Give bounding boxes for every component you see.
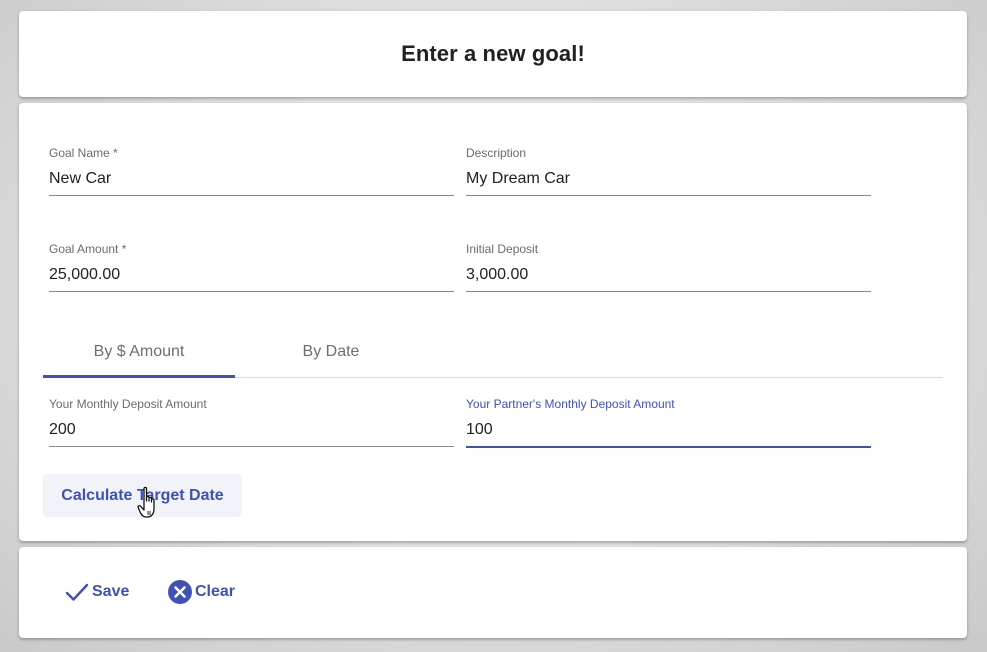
goal-name-field: Goal Name * xyxy=(49,146,454,196)
clear-button[interactable]: Clear xyxy=(168,579,235,605)
initial-deposit-input[interactable] xyxy=(466,265,871,285)
goal-amount-field: Goal Amount * xyxy=(49,242,454,292)
monthly-deposit-input[interactable] xyxy=(49,420,454,440)
close-circle-icon xyxy=(168,580,192,604)
footer-card: Save Clear xyxy=(19,547,967,638)
description-underline xyxy=(466,195,871,196)
description-label: Description xyxy=(466,146,527,160)
header-card: Enter a new goal! xyxy=(19,11,967,97)
goal-amount-underline xyxy=(49,291,454,292)
save-button-label: Save xyxy=(92,583,130,600)
calculation-tabs: By $ Amount By Date xyxy=(43,326,943,378)
tab-by-date-label: By Date xyxy=(302,342,360,360)
tab-by-amount-label: By $ Amount xyxy=(93,342,185,360)
goal-name-input[interactable] xyxy=(49,169,454,189)
initial-deposit-field: Initial Deposit xyxy=(466,242,871,292)
clear-button-label: Clear xyxy=(195,583,236,600)
goal-name-label: Goal Name * xyxy=(49,146,118,160)
goal-amount-input[interactable] xyxy=(49,265,454,285)
monthly-deposit-underline xyxy=(49,446,454,447)
page-title: Enter a new goal! xyxy=(401,41,585,66)
monthly-deposit-label: Your Monthly Deposit Amount xyxy=(49,397,207,411)
initial-deposit-underline xyxy=(466,291,871,292)
check-icon xyxy=(65,580,89,604)
goal-form-card: Goal Name * Description Goal Amount * In… xyxy=(19,103,967,541)
partner-deposit-field: Your Partner's Monthly Deposit Amount xyxy=(466,397,871,448)
partner-deposit-label: Your Partner's Monthly Deposit Amount xyxy=(466,397,675,411)
monthly-deposit-field: Your Monthly Deposit Amount xyxy=(49,397,454,447)
goal-amount-label: Goal Amount * xyxy=(49,242,127,256)
initial-deposit-label: Initial Deposit xyxy=(466,242,539,256)
tab-by-date[interactable]: By Date xyxy=(235,326,427,377)
calculate-target-date-label: Calculate Target Date xyxy=(61,486,224,504)
partner-deposit-input[interactable] xyxy=(466,420,871,440)
description-input[interactable] xyxy=(466,169,871,189)
save-button[interactable]: Save xyxy=(65,579,129,605)
partner-deposit-underline xyxy=(466,446,871,448)
tab-by-amount[interactable]: By $ Amount xyxy=(43,326,235,377)
description-field: Description xyxy=(466,146,871,196)
goal-name-underline xyxy=(49,195,454,196)
calculate-target-date-button[interactable]: Calculate Target Date xyxy=(43,474,242,517)
active-tab-indicator xyxy=(43,375,235,378)
